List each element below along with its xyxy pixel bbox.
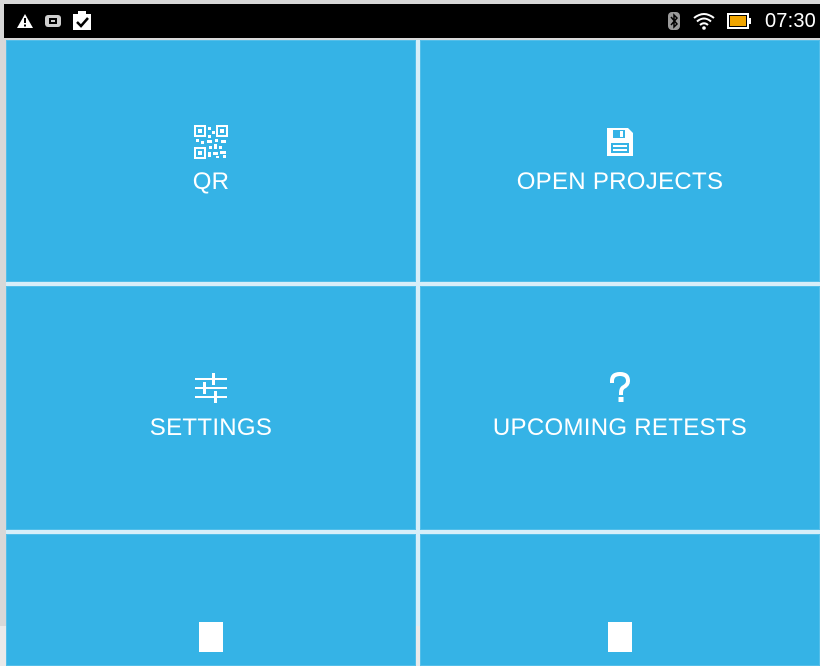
open-projects-label: OPEN PROJECTS: [516, 168, 724, 195]
clock: 07:30: [764, 9, 816, 32]
app-frame: 07:30 QR OPEN PROJECTS SETTINGS UPCOMING…: [0, 0, 820, 666]
bluetooth-icon: [667, 11, 681, 31]
wifi-icon: [693, 12, 715, 30]
upcoming-retests-label: UPCOMING RETESTS: [492, 414, 748, 441]
settings-tile[interactable]: SETTINGS: [6, 286, 416, 530]
menu-tile-5[interactable]: [6, 534, 416, 666]
status-bar-right: 07:30: [667, 10, 820, 33]
sliders-icon: [194, 370, 228, 406]
status-bar: 07:30: [4, 4, 820, 38]
checkbox-icon: [72, 11, 92, 31]
question-mark-icon: [609, 370, 631, 406]
warning-icon: [16, 13, 34, 29]
menu-tile-6[interactable]: [420, 534, 820, 666]
status-bar-left: [4, 11, 92, 31]
qr-label: QR: [192, 168, 230, 195]
menu-grid: QR OPEN PROJECTS SETTINGS UPCOMING RETES…: [6, 40, 820, 666]
upcoming-retests-tile[interactable]: UPCOMING RETESTS: [420, 286, 820, 530]
qr-tile[interactable]: QR: [6, 40, 416, 282]
message-icon: [44, 13, 62, 29]
qr-code-icon: [194, 124, 228, 160]
battery-icon: [726, 13, 753, 29]
floppy-disk-icon: [605, 124, 635, 160]
settings-label: SETTINGS: [149, 414, 273, 441]
tile-6-icon: [606, 618, 634, 654]
open-projects-tile[interactable]: OPEN PROJECTS: [420, 40, 820, 282]
tile-5-icon: [197, 618, 225, 654]
